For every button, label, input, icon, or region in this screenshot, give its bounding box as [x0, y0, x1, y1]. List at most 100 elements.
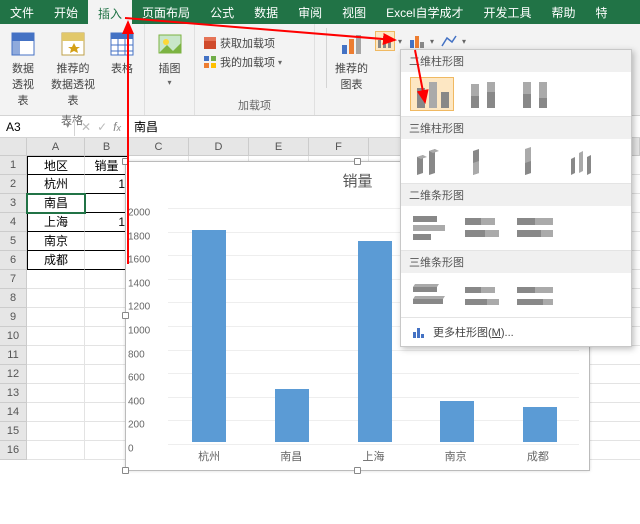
chart-bar[interactable]	[358, 241, 392, 442]
cell[interactable]	[27, 308, 85, 327]
clustered-column-2d-option[interactable]	[411, 78, 453, 110]
clustered-bar-3d-option[interactable]	[411, 279, 453, 311]
cell[interactable]: 南京	[27, 232, 85, 251]
column-chart-button[interactable]	[376, 32, 394, 50]
cell[interactable]: 南昌	[27, 194, 85, 213]
cell[interactable]	[85, 422, 129, 441]
chart-handle[interactable]	[122, 467, 129, 474]
cell[interactable]: 1	[85, 213, 129, 232]
percent-stacked-bar-3d-option[interactable]	[515, 279, 557, 311]
row-header-8[interactable]: 8	[0, 289, 27, 308]
percent-stacked-column-3d-option[interactable]	[515, 145, 557, 177]
table-button[interactable]: 表格	[106, 28, 138, 78]
col-header-f[interactable]: F	[309, 138, 369, 156]
recommended-charts-button[interactable]: 推荐的 图表	[333, 28, 370, 94]
cell[interactable]	[27, 384, 85, 403]
tab-file[interactable]: 文件	[0, 0, 44, 24]
cell[interactable]	[85, 346, 129, 365]
recommended-pivot-button[interactable]: 推荐的 数据透视表	[46, 28, 100, 110]
clustered-bar-2d-option[interactable]	[411, 212, 453, 244]
cell[interactable]	[27, 422, 85, 441]
more-column-charts-link[interactable]: 更多柱形图(M)...	[401, 317, 631, 346]
col-header-d[interactable]: D	[189, 138, 249, 156]
tab-help[interactable]: 帮助	[542, 0, 586, 24]
row-header-15[interactable]: 15	[0, 422, 27, 441]
row-header-9[interactable]: 9	[0, 308, 27, 327]
row-header-3[interactable]: 3	[0, 194, 27, 213]
stacked-column-2d-option[interactable]	[463, 78, 505, 110]
cell[interactable]	[27, 289, 85, 308]
cell[interactable]	[85, 327, 129, 346]
cell[interactable]	[85, 194, 129, 213]
col-header-a[interactable]: A	[27, 138, 85, 156]
row-header-10[interactable]: 10	[0, 327, 27, 346]
row-header-5[interactable]: 5	[0, 232, 27, 251]
tab-data[interactable]: 数据	[244, 0, 288, 24]
stacked-column-3d-option[interactable]	[463, 145, 505, 177]
row-header-1[interactable]: 1	[0, 156, 27, 175]
line-chart-button[interactable]	[440, 32, 458, 50]
tab-view[interactable]: 视图	[332, 0, 376, 24]
row-header-6[interactable]: 6	[0, 251, 27, 270]
chart-bar[interactable]	[440, 401, 474, 442]
cell[interactable]	[85, 270, 129, 289]
row-header-16[interactable]: 16	[0, 441, 27, 460]
tab-home[interactable]: 开始	[44, 0, 88, 24]
percent-stacked-column-2d-option[interactable]	[515, 78, 557, 110]
row-header-7[interactable]: 7	[0, 270, 27, 289]
chart-handle[interactable]	[354, 467, 361, 474]
cell[interactable]	[85, 251, 129, 270]
my-addins-button[interactable]: 我的加载项 ▾	[201, 53, 284, 71]
tab-review[interactable]: 审阅	[288, 0, 332, 24]
row-header-12[interactable]: 12	[0, 365, 27, 384]
cell[interactable]	[27, 270, 85, 289]
cell[interactable]: 杭州	[27, 175, 85, 194]
get-addins-button[interactable]: 获取加载项	[201, 34, 284, 52]
tab-excel-self-learn[interactable]: Excel自学成才	[376, 0, 473, 24]
cell[interactable]	[27, 327, 85, 346]
row-header-4[interactable]: 4	[0, 213, 27, 232]
chart-bar[interactable]	[192, 230, 226, 442]
tab-developer[interactable]: 开发工具	[473, 0, 541, 24]
cell[interactable]	[27, 346, 85, 365]
cell[interactable]	[85, 365, 129, 384]
cell[interactable]	[27, 441, 85, 460]
row-header-14[interactable]: 14	[0, 403, 27, 422]
tab-formulas[interactable]: 公式	[200, 0, 244, 24]
cell[interactable]	[27, 365, 85, 384]
cell[interactable]: 地区	[27, 156, 85, 175]
stacked-bar-3d-option[interactable]	[463, 279, 505, 311]
chart-handle[interactable]	[122, 158, 129, 165]
column-3d-option[interactable]	[567, 145, 609, 177]
cell[interactable]: 上海	[27, 213, 85, 232]
chart-handle[interactable]	[122, 312, 129, 319]
chart-handle[interactable]	[354, 158, 361, 165]
row-header-13[interactable]: 13	[0, 384, 27, 403]
name-box[interactable]: A3	[0, 118, 75, 136]
cell[interactable]: 成都	[27, 251, 85, 270]
cell[interactable]	[85, 232, 129, 251]
cell[interactable]	[85, 441, 129, 460]
illustrations-button[interactable]: 插图 ▾	[154, 28, 186, 89]
cell[interactable]	[85, 289, 129, 308]
select-all-corner[interactable]	[0, 138, 27, 156]
chart-bar[interactable]	[275, 389, 309, 442]
cell[interactable]	[27, 403, 85, 422]
clustered-column-3d-option[interactable]	[411, 145, 453, 177]
tab-page-layout[interactable]: 页面布局	[132, 0, 200, 24]
tab-special[interactable]: 特	[586, 0, 618, 24]
stacked-bar-2d-option[interactable]	[463, 212, 505, 244]
bar-chart-button[interactable]	[408, 32, 426, 50]
cell[interactable]	[85, 384, 129, 403]
percent-stacked-bar-2d-option[interactable]	[515, 212, 557, 244]
cell[interactable]: 1	[85, 175, 129, 194]
col-header-e[interactable]: E	[249, 138, 309, 156]
pivot-table-button[interactable]: 数据 透视表	[6, 28, 40, 110]
row-header-11[interactable]: 11	[0, 346, 27, 365]
col-header-c[interactable]: C	[129, 138, 189, 156]
tab-insert[interactable]: 插入	[88, 0, 132, 24]
chart-bar[interactable]	[523, 407, 557, 442]
row-header-2[interactable]: 2	[0, 175, 27, 194]
cell[interactable]	[85, 403, 129, 422]
col-header-b[interactable]: B	[85, 138, 129, 156]
